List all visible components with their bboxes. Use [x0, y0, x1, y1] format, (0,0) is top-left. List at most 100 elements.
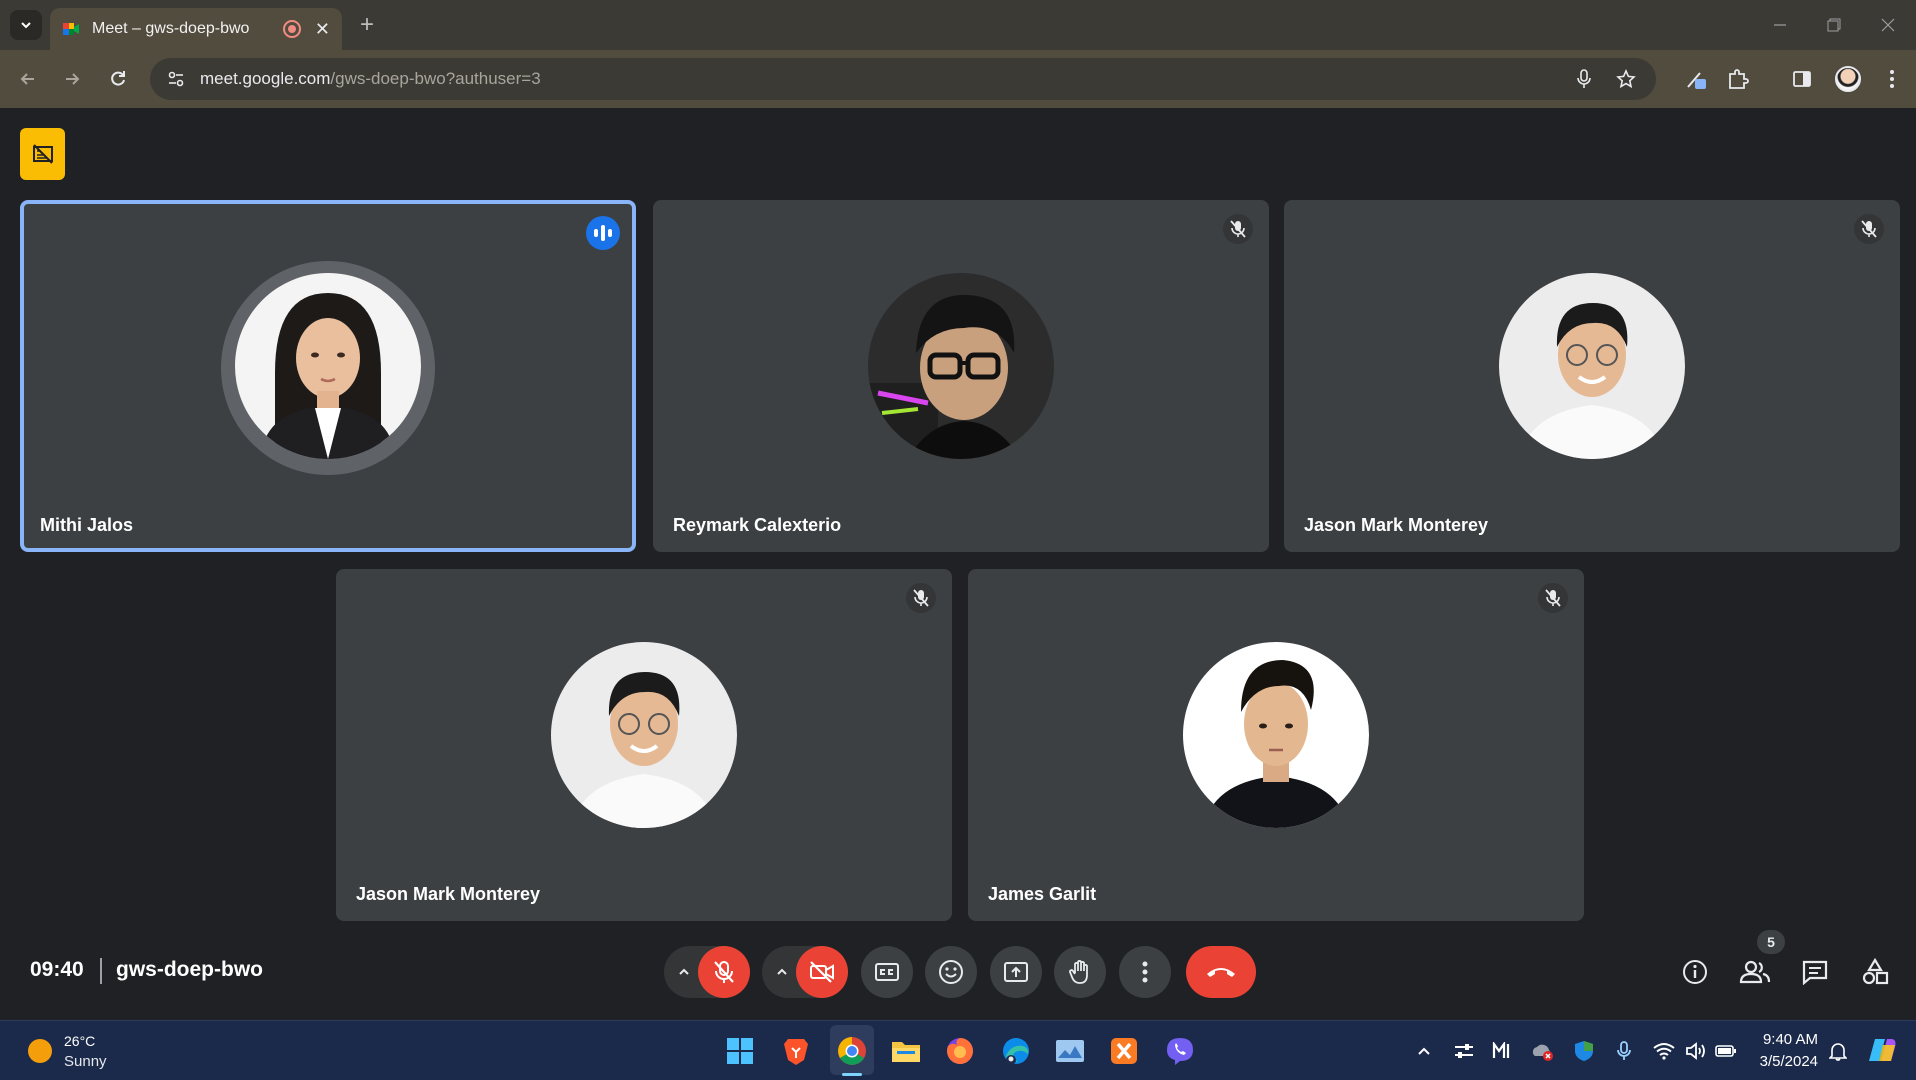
restore-button[interactable] [1806, 8, 1862, 42]
minimize-button[interactable] [1752, 8, 1808, 42]
participant-tile[interactable]: Reymark Calexterio [653, 200, 1269, 552]
muted-indicator [906, 583, 936, 613]
extensions-menu-button[interactable] [1722, 63, 1754, 95]
reactions-button[interactable] [925, 946, 977, 998]
muted-indicator [1538, 583, 1568, 613]
audio-options-button[interactable] [674, 962, 694, 982]
puzzle-icon [1729, 69, 1749, 89]
people-button[interactable] [1737, 954, 1773, 990]
camera-toggle-button[interactable] [796, 946, 848, 998]
raise-hand-button[interactable] [1054, 946, 1106, 998]
sun-icon [28, 1039, 52, 1063]
side-panel-button[interactable] [1786, 63, 1818, 95]
notifications-button[interactable] [1826, 1039, 1850, 1063]
weather-description[interactable]: Sunny [64, 1053, 107, 1070]
photos-icon [1056, 1040, 1084, 1062]
monitor-app-icon [1492, 1042, 1510, 1058]
taskbar-firefox[interactable] [942, 1033, 978, 1069]
activities-icon [1862, 958, 1889, 985]
taskbar-photos[interactable] [1052, 1033, 1088, 1069]
minimize-icon [1774, 24, 1786, 26]
present-screen-button[interactable] [990, 946, 1042, 998]
tray-settings[interactable] [1452, 1039, 1476, 1063]
url-text: meet.google.com/gws-doep-bwo?authuser=3 [200, 69, 541, 89]
videocam-off-icon [810, 961, 834, 983]
taskbar-viber[interactable] [1162, 1033, 1198, 1069]
tray-onedrive[interactable] [1530, 1039, 1554, 1063]
tray-microphone[interactable] [1612, 1039, 1636, 1063]
taskbar-file-explorer[interactable] [888, 1033, 924, 1069]
participant-tile[interactable]: Jason Mark Monterey [1284, 200, 1900, 552]
browser-tab[interactable]: Meet – gws-doep-bwo ✕ [50, 8, 342, 50]
show-hidden-icons-button[interactable] [1412, 1039, 1436, 1063]
profile-avatar [1835, 66, 1861, 92]
shield-icon [1575, 1041, 1593, 1061]
viber-icon [1167, 1038, 1193, 1065]
muted-indicator [1854, 214, 1884, 244]
reload-icon [111, 71, 125, 86]
meeting-details-button[interactable] [1677, 954, 1713, 990]
tray-security[interactable] [1572, 1039, 1596, 1063]
profile-button[interactable] [1832, 63, 1864, 95]
folder-icon [892, 1042, 920, 1062]
tab-search-button[interactable] [10, 10, 42, 40]
tray-app[interactable] [1490, 1039, 1514, 1063]
mic-off-icon [913, 589, 929, 607]
microphone-icon [1577, 69, 1591, 88]
participant-avatar [1183, 642, 1369, 828]
microphone-permission-button[interactable] [1568, 63, 1600, 95]
xampp-icon [1111, 1038, 1137, 1064]
closed-captions-icon [875, 963, 899, 981]
leave-call-button[interactable] [1186, 946, 1256, 998]
chat-icon [1802, 960, 1828, 985]
taskbar-brave[interactable] [778, 1033, 814, 1069]
address-bar[interactable]: meet.google.com/gws-doep-bwo?authuser=3 [150, 58, 1656, 100]
tab-close-icon[interactable]: ✕ [315, 19, 330, 40]
participant-tile[interactable]: Jason Mark Monterey [336, 569, 952, 921]
pen-extension-icon [1687, 72, 1706, 89]
mic-off-icon [1545, 589, 1561, 607]
active-app-indicator [842, 1073, 862, 1076]
participant-tile[interactable]: James Garlit [968, 569, 1584, 921]
start-button[interactable] [722, 1033, 758, 1069]
more-options-button[interactable] [1119, 946, 1171, 998]
mic-toggle-button[interactable] [698, 946, 750, 998]
reload-button[interactable] [102, 63, 134, 95]
browser-menu-button[interactable] [1876, 63, 1908, 95]
taskbar-xampp[interactable] [1106, 1033, 1142, 1069]
taskbar-chrome[interactable] [834, 1033, 870, 1069]
battery-charging-icon [1715, 1045, 1736, 1057]
close-icon [1881, 18, 1895, 32]
brave-icon [784, 1039, 808, 1065]
participant-name: Jason Mark Monterey [1304, 515, 1489, 535]
cloud-offline-icon [1532, 1044, 1553, 1061]
extension-button[interactable] [1680, 63, 1712, 95]
bookmark-button[interactable] [1610, 63, 1642, 95]
video-off-indicator[interactable] [20, 128, 65, 180]
divider [100, 958, 102, 984]
tray-wifi[interactable] [1652, 1039, 1676, 1063]
tab-title: Meet – gws-doep-bwo [92, 20, 250, 37]
tray-battery[interactable] [1714, 1039, 1738, 1063]
side-panel-icon [1793, 71, 1811, 87]
copilot-button[interactable] [1866, 1033, 1900, 1067]
back-button[interactable] [12, 63, 44, 95]
sliders-icon [1455, 1044, 1473, 1058]
taskbar-clock-time[interactable]: 9:40 AM [1756, 1031, 1818, 1048]
forward-button[interactable] [56, 63, 88, 95]
taskbar-clock-date[interactable]: 3/5/2024 [1748, 1053, 1818, 1070]
people-icon [1739, 960, 1771, 984]
tray-volume[interactable] [1684, 1039, 1708, 1063]
new-tab-button[interactable]: + [352, 10, 382, 40]
chat-button[interactable] [1797, 954, 1833, 990]
captions-button[interactable] [861, 946, 913, 998]
video-options-button[interactable] [772, 962, 792, 982]
mic-off-icon [1230, 220, 1246, 238]
close-window-button[interactable] [1860, 8, 1916, 42]
taskbar-edge[interactable] [998, 1033, 1034, 1069]
activities-button[interactable] [1857, 954, 1893, 990]
emoji-icon [939, 960, 963, 984]
windows-icon [727, 1038, 753, 1064]
participant-tile[interactable]: Mithi Jalos [20, 200, 636, 552]
weather-temperature[interactable]: 26°C [64, 1033, 95, 1049]
